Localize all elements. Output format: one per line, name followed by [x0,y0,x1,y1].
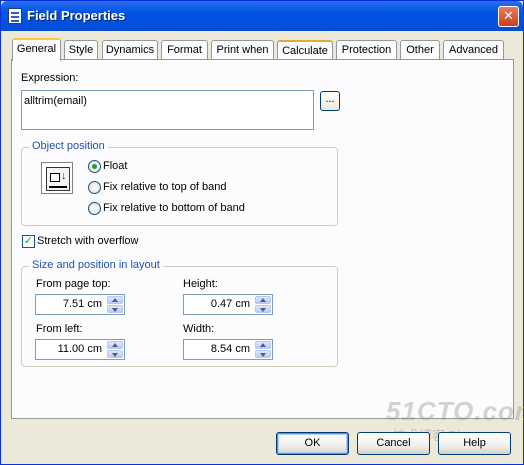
from-page-top-label: From page top: [36,278,111,290]
help-button[interactable]: Help [438,432,511,455]
object-position-title: Object position [29,140,108,152]
height-label: Height: [183,278,218,290]
field-properties-dialog: Field Properties ✕ General Style Dynamic… [0,0,524,465]
width-value[interactable]: 8.54 cm [211,343,250,355]
spin-up-icon[interactable] [107,341,123,349]
general-tab-panel: Expression: alltrim(email) ... Object po… [11,59,514,419]
spin-down-icon[interactable] [107,305,123,313]
expression-input[interactable]: alltrim(email) [21,90,314,130]
tab-print-when[interactable]: Print when [211,40,274,60]
cancel-button[interactable]: Cancel [357,432,430,455]
width-spinner[interactable]: 8.54 cm [183,339,273,360]
from-page-top-value[interactable]: 7.51 cm [63,298,102,310]
tab-calculate[interactable]: Calculate [277,40,333,60]
from-left-value[interactable]: 11.00 cm [58,343,102,355]
spin-up-icon[interactable] [255,296,271,304]
title-bar[interactable]: Field Properties ✕ [1,1,523,31]
size-position-title: Size and position in layout [29,259,163,271]
tab-protection[interactable]: Protection [336,40,397,60]
tab-format[interactable]: Format [161,40,208,60]
close-button[interactable]: ✕ [498,6,519,27]
fix-top-label[interactable]: Fix relative to top of band [103,181,227,193]
tab-style[interactable]: Style [64,40,98,60]
window-title: Field Properties [27,8,126,23]
tab-other[interactable]: Other [400,40,440,60]
stretch-label[interactable]: Stretch with overflow [37,235,138,247]
spin-down-icon[interactable] [255,350,271,358]
from-page-top-spinner[interactable]: 7.51 cm [35,294,125,315]
tab-advanced[interactable]: Advanced [443,40,504,60]
spin-up-icon[interactable] [107,296,123,304]
expression-browse-button[interactable]: ... [320,91,340,111]
from-left-spinner[interactable]: 11.00 cm [35,339,125,360]
tab-dynamics[interactable]: Dynamics [102,40,158,60]
height-spinner[interactable]: 0.47 cm [183,294,273,315]
fix-top-radio[interactable] [88,181,101,194]
stretch-checkbox[interactable]: ✓ [22,235,35,248]
from-left-label: From left: [36,323,83,335]
document-icon [8,8,22,24]
width-label: Width: [183,323,215,335]
float-label[interactable]: Float [103,160,127,172]
spin-down-icon[interactable] [107,350,123,358]
float-radio[interactable] [88,160,101,173]
watermark-logo: 51CTO.com [386,396,524,426]
spin-up-icon[interactable] [255,341,271,349]
ok-button[interactable]: OK [276,432,349,455]
tab-general[interactable]: General [12,38,61,61]
height-value[interactable]: 0.47 cm [211,298,250,310]
fix-bottom-radio[interactable] [88,202,101,215]
spin-down-icon[interactable] [255,305,271,313]
object-position-icon: ↓ [41,162,73,194]
fix-bottom-label[interactable]: Fix relative to bottom of band [103,202,245,214]
expression-label: Expression: [21,72,79,84]
